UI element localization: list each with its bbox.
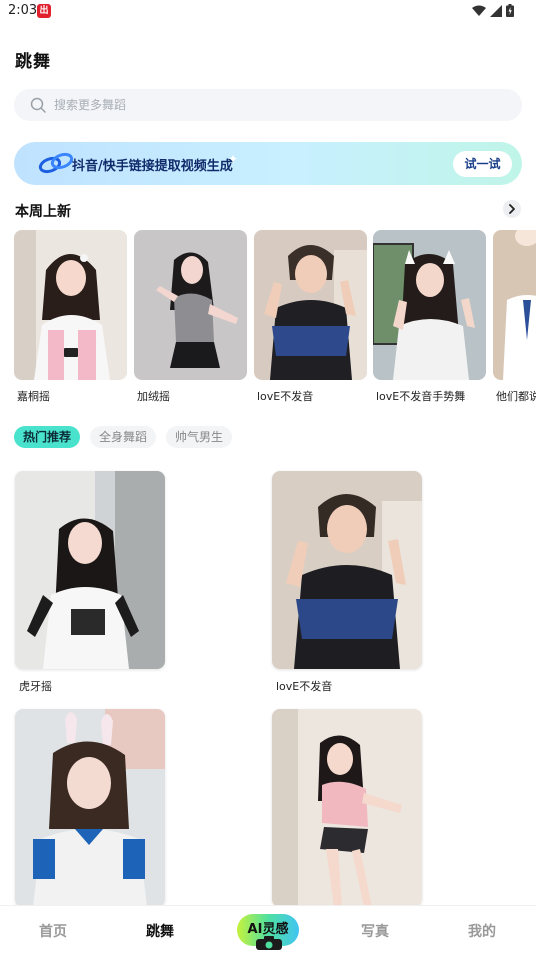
wifi-icon xyxy=(472,5,486,16)
section-more-button[interactable] xyxy=(503,200,521,218)
dancer-illustration xyxy=(134,230,247,380)
chevron-right-icon xyxy=(509,204,515,214)
nav-dance[interactable]: 跳舞 xyxy=(146,921,174,941)
search-input[interactable] xyxy=(54,98,454,112)
weekly-new-card[interactable]: lovE不发音 xyxy=(254,230,367,404)
weekly-new-label: lovE不发音手势舞 xyxy=(376,390,466,403)
app-notification-icon: 出 xyxy=(37,4,51,18)
video-thumbnail xyxy=(272,471,422,669)
nav-ai-label: AI灵感 xyxy=(247,922,289,937)
weekly-new-card[interactable]: 他们都说 xyxy=(493,230,536,404)
weekly-new-card[interactable]: lovE不发音手势舞 xyxy=(373,230,486,404)
video-thumbnail xyxy=(493,230,536,380)
video-thumbnail xyxy=(134,230,247,380)
dancer-illustration xyxy=(14,230,127,380)
dance-grid-card[interactable]: 虎牙摇 xyxy=(15,471,165,694)
search-icon xyxy=(30,97,46,113)
sparkle-icon: ✦ xyxy=(228,152,239,166)
dance-grid-card[interactable] xyxy=(15,709,165,916)
nav-home[interactable]: 首页 xyxy=(39,921,67,941)
camera-icon xyxy=(256,936,282,950)
status-time: 2:03 xyxy=(8,3,38,18)
video-thumbnail xyxy=(254,230,367,380)
status-bar: 2:03 出 xyxy=(0,0,536,24)
dancer-illustration xyxy=(373,230,486,380)
category-tabs: 热门推荐 全身舞蹈 帅气男生 xyxy=(14,426,233,448)
tab-cool-boys[interactable]: 帅气男生 xyxy=(166,426,233,448)
weekly-new-card[interactable]: 加绒摇 xyxy=(134,230,247,404)
bottom-nav: 首页 跳舞 AI灵感 写真 我的 xyxy=(0,905,536,953)
weekly-new-card[interactable]: 嘉桐摇 xyxy=(14,230,127,404)
link-extract-banner[interactable]: 抖音/快手链接提取视频生成 ✦ 试一试 xyxy=(14,142,522,185)
banner-text: 抖音/快手链接提取视频生成 xyxy=(72,159,233,174)
dancer-illustration xyxy=(254,230,367,380)
dance-grid-card[interactable] xyxy=(272,709,422,916)
nav-ai-inspiration[interactable]: AI灵感 xyxy=(237,914,299,950)
try-button[interactable]: 试一试 xyxy=(453,151,512,177)
link-icon xyxy=(38,152,74,174)
tab-hot-recommend[interactable]: 热门推荐 xyxy=(14,426,81,448)
dancer-illustration xyxy=(15,471,165,669)
weekly-new-label: 他们都说 xyxy=(496,390,536,403)
weekly-new-label: 嘉桐摇 xyxy=(17,390,50,403)
section-title-weekly-new: 本周上新 xyxy=(15,204,71,220)
dance-grid-label: 虎牙摇 xyxy=(19,680,52,693)
nav-mine[interactable]: 我的 xyxy=(468,921,496,941)
tab-full-body-dance[interactable]: 全身舞蹈 xyxy=(90,426,157,448)
dancer-illustration xyxy=(493,230,536,380)
status-icons xyxy=(472,4,514,17)
nav-photo[interactable]: 写真 xyxy=(361,921,389,941)
page-title: 跳舞 xyxy=(15,52,51,72)
video-thumbnail xyxy=(15,471,165,669)
dancer-illustration xyxy=(272,471,422,669)
weekly-new-label: lovE不发音 xyxy=(257,390,314,403)
video-thumbnail xyxy=(272,709,422,907)
weekly-new-label: 加绒摇 xyxy=(137,390,170,403)
video-thumbnail xyxy=(15,709,165,907)
dancer-illustration xyxy=(15,709,165,907)
dance-grid-label: lovE不发音 xyxy=(276,680,333,693)
signal-icon xyxy=(490,4,502,17)
video-thumbnail xyxy=(14,230,127,380)
video-thumbnail xyxy=(373,230,486,380)
dance-grid-card[interactable]: lovE不发音 xyxy=(272,471,422,694)
dancer-illustration xyxy=(272,709,422,907)
search-bar[interactable] xyxy=(14,89,522,121)
weekly-new-carousel[interactable]: 嘉桐摇 加绒摇 lovE不发音 lovE不发音手势舞 他们都说 xyxy=(14,230,536,405)
battery-icon xyxy=(506,4,514,17)
